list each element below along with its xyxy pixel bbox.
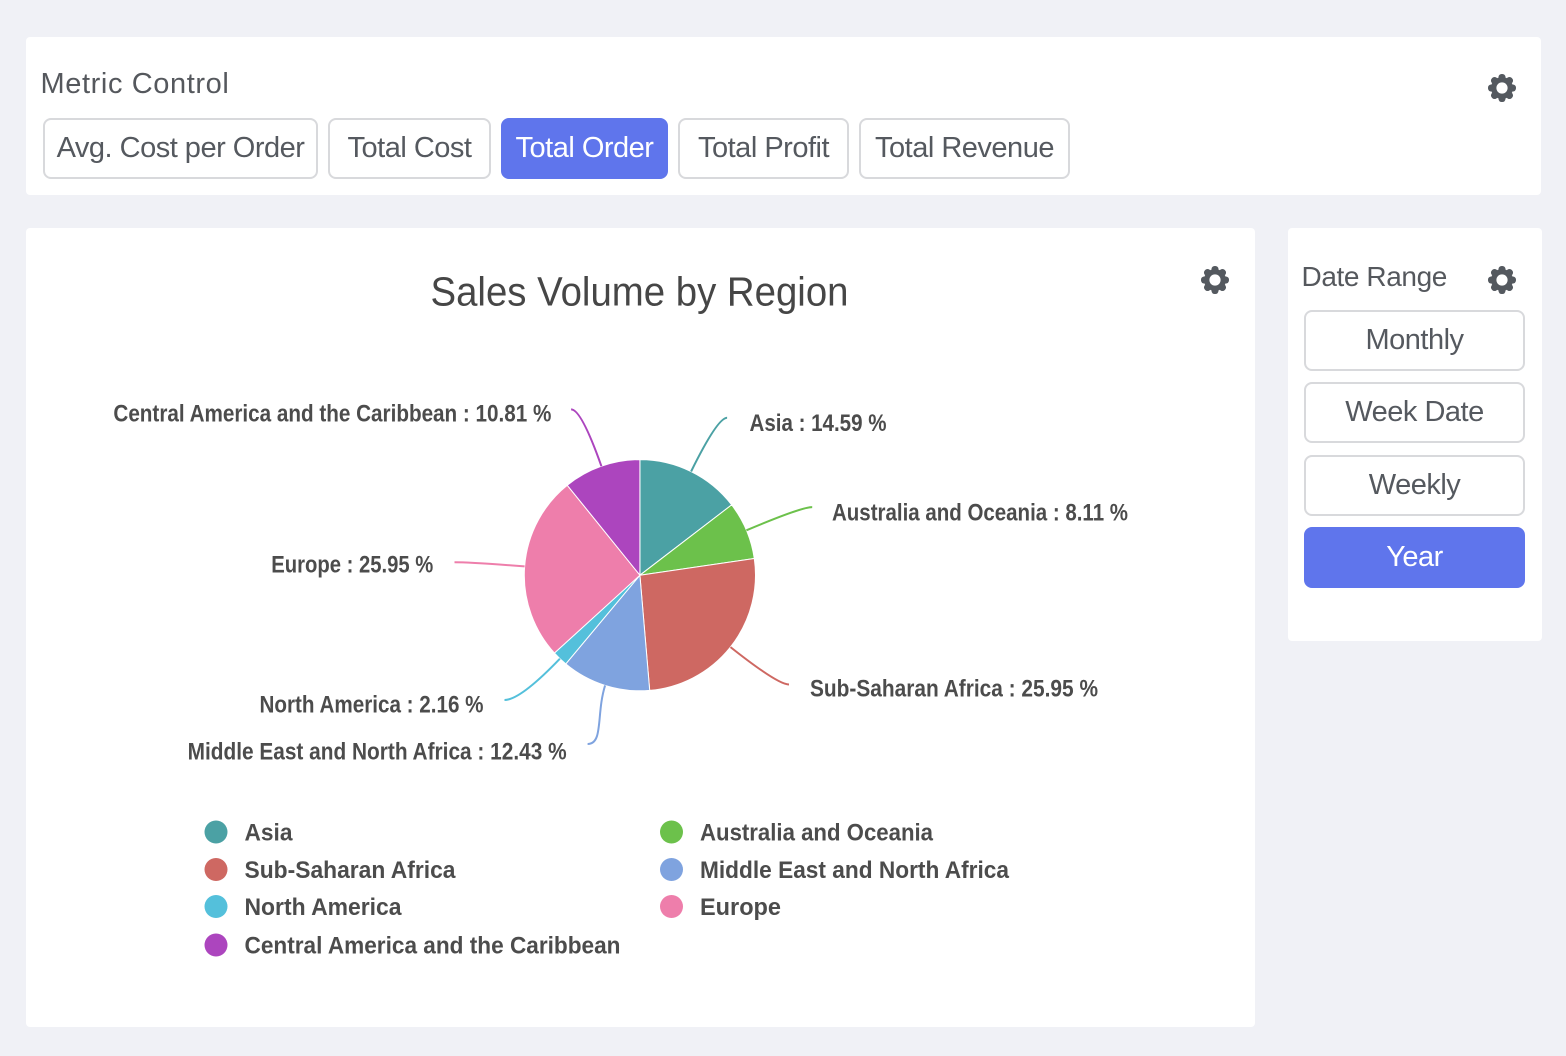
- svg-text:Australia and Oceania : 8.11 %: Australia and Oceania : 8.11 %: [832, 500, 1128, 527]
- svg-text:Sub-Saharan Africa : 25.95 %: Sub-Saharan Africa : 25.95 %: [810, 676, 1098, 703]
- svg-text:Central America and the Caribb: Central America and the Caribbean : 10.8…: [113, 400, 551, 427]
- svg-text:Europe: Europe: [700, 894, 781, 921]
- svg-text:Middle East and North Africa :: Middle East and North Africa : 12.43 %: [188, 739, 567, 766]
- svg-text:Asia: Asia: [245, 820, 294, 847]
- svg-text:Australia and Oceania: Australia and Oceania: [700, 820, 934, 847]
- svg-text:North America: North America: [245, 894, 403, 921]
- svg-text:Europe : 25.95 %: Europe : 25.95 %: [271, 552, 433, 579]
- svg-text:Central America and the Caribb: Central America and the Caribbean: [245, 933, 621, 960]
- svg-text:Sub-Saharan Africa: Sub-Saharan Africa: [245, 857, 457, 884]
- svg-text:Asia : 14.59 %: Asia : 14.59 %: [750, 410, 887, 437]
- svg-text:Middle East and North Africa: Middle East and North Africa: [700, 857, 1010, 884]
- svg-text:North America : 2.16 %: North America : 2.16 %: [260, 692, 484, 719]
- svg-text:Sales Volume by Region: Sales Volume by Region: [431, 269, 849, 315]
